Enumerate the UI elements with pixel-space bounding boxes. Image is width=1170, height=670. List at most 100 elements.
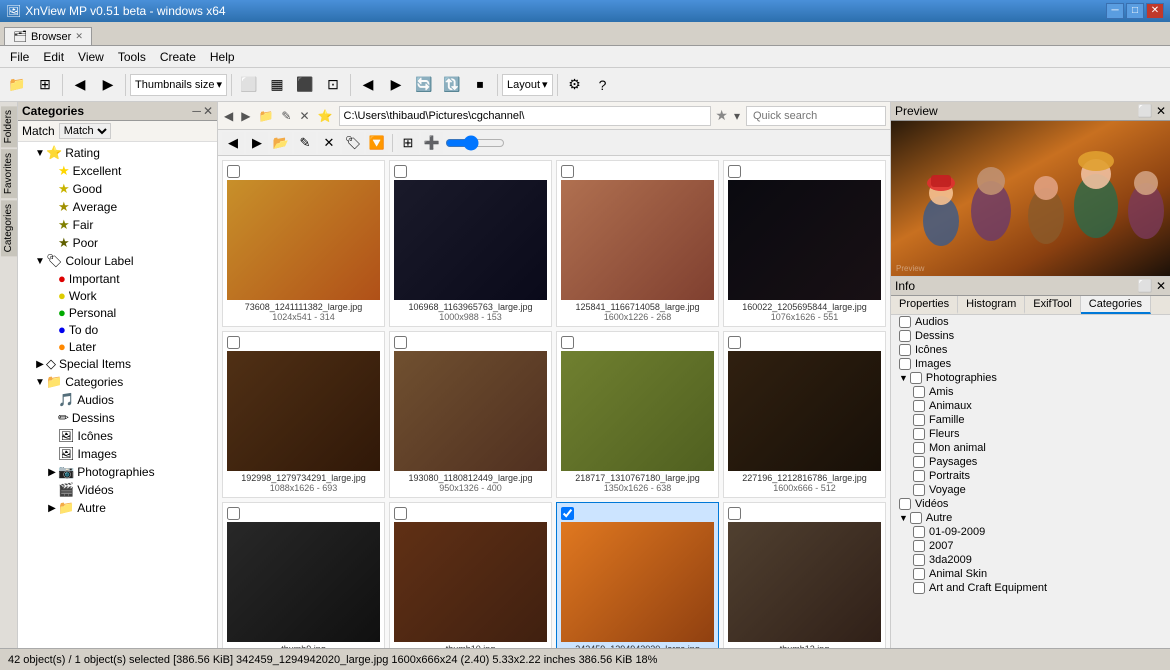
thumbnail-item[interactable]: 125841_1166714058_large.jpg 1600x1226 - …: [556, 160, 719, 327]
tab-browser[interactable]: 🗂 Browser ✕: [4, 27, 92, 45]
tree-node-icônes[interactable]: 🖼 Icônes: [18, 427, 217, 445]
info-category-node[interactable]: Voyage: [891, 483, 1170, 497]
tree-expand[interactable]: ▼: [34, 256, 46, 267]
info-category-checkbox[interactable]: [913, 414, 925, 426]
info-category-checkbox[interactable]: [899, 344, 911, 356]
tree-node-vidéos[interactable]: 🎬 Vidéos: [18, 481, 217, 499]
tree-expand[interactable]: ▼: [34, 377, 46, 388]
maximize-button[interactable]: □: [1126, 3, 1144, 19]
tree-node-colour-label[interactable]: ▼ 🏷 Colour Label: [18, 252, 217, 270]
thumbnail-item[interactable]: 160022_1205695844_large.jpg 1076x1626 - …: [723, 160, 886, 327]
thumb-checkbox[interactable]: [394, 165, 407, 178]
tb-size-btn1[interactable]: ⬜: [236, 72, 262, 98]
info-category-node[interactable]: 01-09-2009: [891, 525, 1170, 539]
tree-node-excellent[interactable]: ★ Excellent: [18, 162, 217, 180]
info-category-node[interactable]: Art and Craft Equipment: [891, 581, 1170, 595]
close-button[interactable]: ✕: [1146, 3, 1164, 19]
thumb-checkbox-area[interactable]: [227, 336, 380, 349]
path-nav-back[interactable]: ◀: [222, 107, 235, 125]
tree-node-autre[interactable]: ▶ 📁 Autre: [18, 499, 217, 517]
info-category-checkbox[interactable]: [913, 442, 925, 454]
tree-node-important[interactable]: ● Important: [18, 270, 217, 287]
thumb-checkbox[interactable]: [227, 336, 240, 349]
thumb-checkbox-area[interactable]: [561, 336, 714, 349]
info-category-checkbox[interactable]: [913, 568, 925, 580]
tb-nav-up-button[interactable]: 🔄: [411, 72, 437, 98]
path-nav-bookmark[interactable]: ⭐: [316, 107, 335, 125]
menu-help[interactable]: Help: [204, 48, 241, 66]
tb-next-folder-button[interactable]: ▶: [95, 72, 121, 98]
tb-prev-folder-button[interactable]: ◀: [67, 72, 93, 98]
tree-expand[interactable]: ▼: [34, 148, 46, 159]
categories-panel-close[interactable]: ✕: [203, 104, 213, 118]
tb-fit-button[interactable]: ⊡: [320, 72, 346, 98]
path-nav-edit[interactable]: ✎: [279, 107, 293, 125]
menu-view[interactable]: View: [72, 48, 110, 66]
thumbnail-item[interactable]: thumb10.jpg 1200x1600 - 380: [389, 502, 552, 648]
tb-folder-button[interactable]: 📁: [4, 72, 30, 98]
info-category-node[interactable]: Fleurs: [891, 427, 1170, 441]
thumb-checkbox-area[interactable]: [561, 165, 714, 178]
info-category-checkbox[interactable]: [899, 358, 911, 370]
info-category-checkbox[interactable]: [899, 330, 911, 342]
title-controls[interactable]: ─ □ ✕: [1106, 3, 1164, 19]
folders-strip[interactable]: Folders: [1, 106, 17, 147]
tree-node-images[interactable]: 🖼 Images: [18, 445, 217, 463]
path-input[interactable]: [339, 106, 712, 126]
ct-delete-button[interactable]: ✕: [318, 132, 340, 154]
ct-back-button[interactable]: ◀: [222, 132, 244, 154]
tree-expand[interactable]: ▶: [46, 467, 58, 478]
tb-thumbnails-dropdown[interactable]: Thumbnails size ▾: [130, 74, 227, 96]
info-category-checkbox[interactable]: [913, 540, 925, 552]
tree-node-poor[interactable]: ★ Poor: [18, 234, 217, 252]
menu-edit[interactable]: Edit: [37, 48, 70, 66]
info-category-node[interactable]: Icônes: [891, 343, 1170, 357]
tree-node-good[interactable]: ★ Good: [18, 180, 217, 198]
thumbnail-item[interactable]: 342459_1294942020_large.jpg 1600x666x24 …: [556, 502, 719, 648]
info-category-node[interactable]: Animaux: [891, 399, 1170, 413]
info-close[interactable]: ✕: [1156, 279, 1166, 293]
tab-browser-close[interactable]: ✕: [75, 31, 83, 42]
thumb-checkbox-area[interactable]: [227, 165, 380, 178]
thumbnail-item[interactable]: 227196_1212816786_large.jpg 1600x666 - 5…: [723, 331, 886, 498]
tree-node-later[interactable]: ● Later: [18, 338, 217, 355]
tb-layout-dropdown[interactable]: Layout ▾: [502, 74, 553, 96]
tree-node-to-do[interactable]: ● To do: [18, 321, 217, 338]
info-category-node[interactable]: Audios: [891, 315, 1170, 329]
thumb-checkbox[interactable]: [728, 165, 741, 178]
tab-properties[interactable]: Properties: [891, 296, 958, 314]
info-category-node[interactable]: Portraits: [891, 469, 1170, 483]
tree-node-personal[interactable]: ● Personal: [18, 304, 217, 321]
thumb-checkbox-area[interactable]: [394, 507, 547, 520]
ct-filter-button[interactable]: 🔽: [366, 132, 388, 154]
info-controls[interactable]: ⬜ ✕: [1138, 279, 1166, 293]
tree-node-categories[interactable]: ▼ 📁 Categories: [18, 373, 217, 391]
info-category-checkbox[interactable]: [910, 512, 922, 524]
info-category-checkbox[interactable]: [913, 526, 925, 538]
menu-create[interactable]: Create: [154, 48, 202, 66]
info-category-node[interactable]: Images: [891, 357, 1170, 371]
thumbnail-item[interactable]: 73608_1241111382_large.jpg 1024x541 - 31…: [222, 160, 385, 327]
tree-node-photographies[interactable]: ▶ 📷 Photographies: [18, 463, 217, 481]
thumb-checkbox[interactable]: [728, 507, 741, 520]
tb-nav-forward-button[interactable]: ▶: [383, 72, 409, 98]
info-category-node[interactable]: 3da2009: [891, 553, 1170, 567]
categories-panel-controls[interactable]: ─ ✕: [192, 104, 213, 118]
thumbnail-item[interactable]: 106968_1163965763_large.jpg 1000x988 - 1…: [389, 160, 552, 327]
ct-size-slider[interactable]: [445, 135, 505, 151]
categories-panel-minimize[interactable]: ─: [192, 104, 201, 118]
tb-stop-button[interactable]: ⏹: [467, 72, 493, 98]
tree-expand[interactable]: ▶: [34, 359, 46, 370]
thumb-checkbox-area[interactable]: [728, 507, 881, 520]
tree-node-fair[interactable]: ★ Fair: [18, 216, 217, 234]
tree-expand[interactable]: ▶: [46, 503, 58, 514]
info-expand-icon[interactable]: ▼: [899, 373, 908, 383]
ct-forward-button[interactable]: ▶: [246, 132, 268, 154]
thumb-checkbox-area[interactable]: [561, 507, 714, 520]
search-input[interactable]: [746, 106, 886, 126]
thumb-checkbox-area[interactable]: [394, 336, 547, 349]
thumb-checkbox-area[interactable]: [394, 165, 547, 178]
thumbnail-area[interactable]: 73608_1241111382_large.jpg 1024x541 - 31…: [218, 156, 890, 648]
tree-node-work[interactable]: ● Work: [18, 287, 217, 304]
info-category-checkbox[interactable]: [913, 428, 925, 440]
